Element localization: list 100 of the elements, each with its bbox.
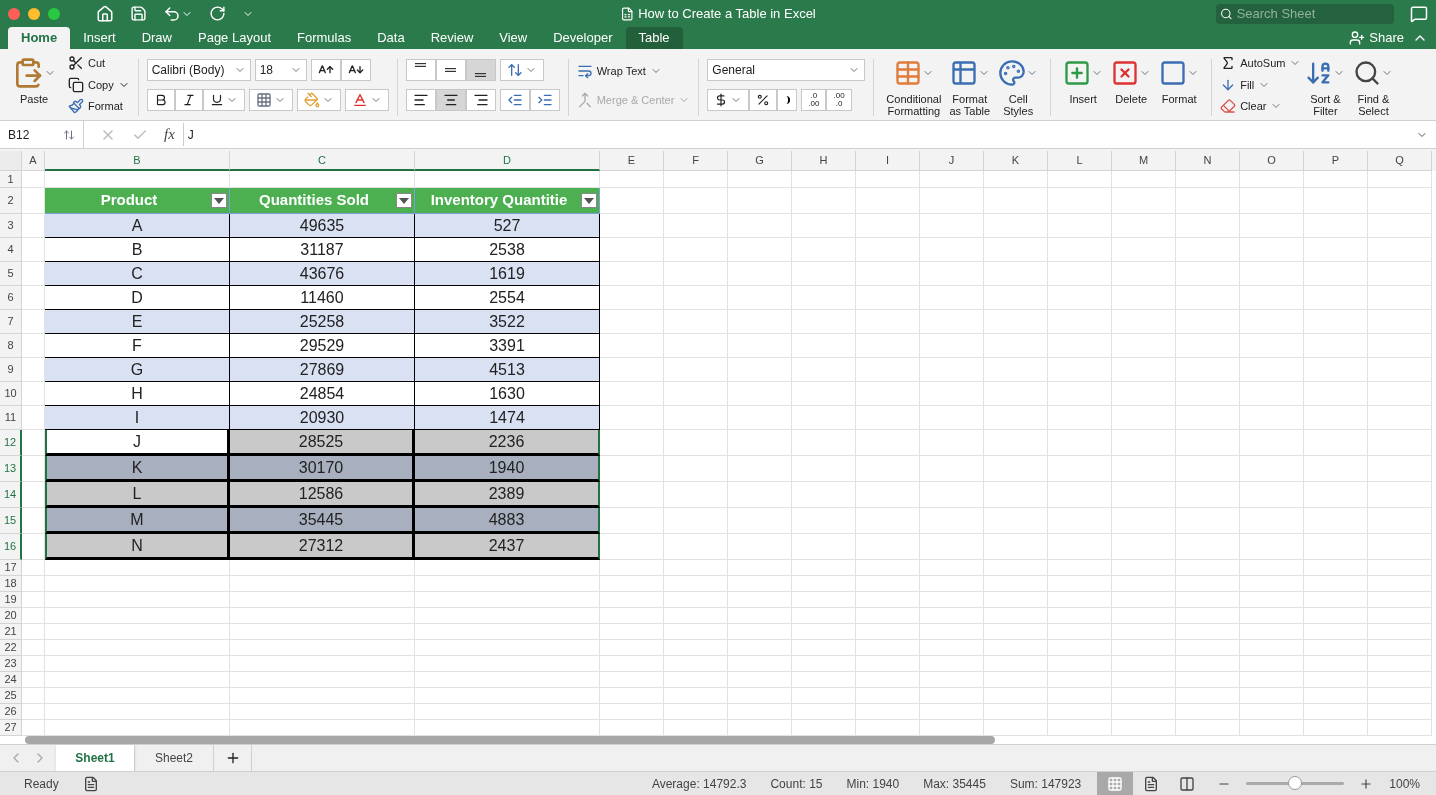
- home-icon[interactable]: [96, 4, 114, 23]
- row-header[interactable]: 16: [0, 534, 22, 560]
- row-header[interactable]: 3: [0, 214, 22, 238]
- orientation-button[interactable]: [499, 59, 544, 81]
- row-header[interactable]: 2: [0, 188, 22, 214]
- ribbon-tab[interactable]: View: [486, 27, 541, 49]
- row-header[interactable]: 26: [0, 704, 22, 720]
- triangle-icon: [584, 197, 594, 204]
- cell-styles-button[interactable]: Cell Styles: [994, 55, 1043, 117]
- horizontal-align-button[interactable]: [465, 89, 496, 111]
- row-header[interactable]: 20: [0, 608, 22, 624]
- currency-button[interactable]: [707, 89, 750, 111]
- filter-dropdown-button[interactable]: [211, 193, 227, 208]
- row-header[interactable]: 12: [0, 430, 22, 456]
- ribbon-tab[interactable]: Formulas: [284, 27, 365, 49]
- row-header[interactable]: 25: [0, 688, 22, 704]
- row-header[interactable]: 5: [0, 262, 22, 286]
- row-header[interactable]: 8: [0, 334, 22, 358]
- italic-button[interactable]: [174, 89, 203, 111]
- undo-icon[interactable]: [163, 4, 181, 23]
- zoom-slider-thumb[interactable]: [1288, 776, 1303, 790]
- font-size-field[interactable]: 18: [254, 59, 307, 81]
- format-painter-button[interactable]: Format: [68, 98, 130, 115]
- row-header[interactable]: 24: [0, 672, 22, 688]
- format-as-table-button[interactable]: Format as Table: [945, 55, 995, 117]
- row-header[interactable]: 17: [0, 560, 22, 576]
- row-header[interactable]: 6: [0, 286, 22, 310]
- table-cell: 1940: [415, 456, 600, 482]
- copy-button[interactable]: Copy: [68, 76, 130, 93]
- delete-button[interactable]: Delete: [1107, 55, 1156, 105]
- find-select-button[interactable]: Find & Select: [1349, 55, 1398, 117]
- sheet-tab[interactable]: Sheet1: [56, 745, 135, 771]
- row-header[interactable]: 27: [0, 720, 22, 736]
- decrease-indent-button[interactable]: [499, 89, 530, 111]
- cut-button[interactable]: Cut: [68, 55, 130, 72]
- row-header[interactable]: 22: [0, 640, 22, 656]
- formula-field[interactable]: J: [183, 121, 1436, 148]
- row-header[interactable]: 10: [0, 382, 22, 406]
- borders-button[interactable]: [248, 89, 293, 111]
- fill-button[interactable]: Fill: [1220, 76, 1302, 93]
- share-button[interactable]: Share: [1349, 28, 1404, 48]
- table-cell: 2538: [415, 238, 600, 262]
- filter-dropdown-button[interactable]: [396, 193, 412, 208]
- font-name-field[interactable]: Calibri (Body): [146, 59, 251, 81]
- bold-button[interactable]: [146, 89, 175, 111]
- ribbon-tab[interactable]: Table: [625, 27, 683, 49]
- decimal-button[interactable]: .0 .00: [801, 89, 827, 111]
- ribbon-tab[interactable]: Home: [8, 27, 71, 49]
- format-button[interactable]: Format: [1155, 55, 1204, 105]
- row-header[interactable]: 15: [0, 508, 22, 534]
- ribbon-tab[interactable]: Data: [364, 27, 418, 49]
- wrap-text-button[interactable]: Wrap Text: [576, 63, 691, 80]
- row-header[interactable]: 19: [0, 592, 22, 608]
- row-header[interactable]: 14: [0, 482, 22, 508]
- comment-icon[interactable]: [1410, 4, 1428, 23]
- redo-icon[interactable]: [209, 5, 226, 22]
- vertical-align-button[interactable]: [435, 59, 466, 81]
- row-header[interactable]: 21: [0, 624, 22, 640]
- save-icon[interactable]: [130, 5, 147, 22]
- insert-function-button[interactable]: fx: [164, 123, 184, 146]
- ribbon-tab[interactable]: Insert: [70, 27, 129, 49]
- autosum-button[interactable]: AutoSum: [1220, 55, 1302, 72]
- sort-filter-button[interactable]: Sort & Filter: [1301, 55, 1350, 117]
- filter-dropdown-button[interactable]: [581, 193, 597, 208]
- name-box[interactable]: B12: [0, 121, 84, 148]
- clear-button[interactable]: Clear: [1220, 98, 1302, 115]
- ribbon-tab[interactable]: Review: [417, 27, 487, 49]
- row-header[interactable]: 13: [0, 456, 22, 482]
- horizontal-align-button[interactable]: [435, 89, 466, 111]
- grow-font-button[interactable]: [310, 59, 341, 81]
- row-header[interactable]: 1: [0, 171, 22, 188]
- row-header[interactable]: 18: [0, 576, 22, 592]
- fill-color-button[interactable]: [296, 89, 341, 111]
- row-header[interactable]: 7: [0, 310, 22, 334]
- minimize-icon[interactable]: [28, 7, 40, 20]
- shrink-font-button[interactable]: [340, 59, 371, 81]
- vertical-align-button[interactable]: [465, 59, 496, 81]
- zoom-in-icon[interactable]: [1359, 776, 1374, 791]
- row-header[interactable]: 4: [0, 238, 22, 262]
- ribbon-tab[interactable]: Developer: [540, 27, 626, 49]
- font-color-button[interactable]: [344, 89, 389, 111]
- increase-indent-button[interactable]: [529, 89, 560, 111]
- decimal-button[interactable]: .00 .0: [826, 89, 852, 111]
- paste-button[interactable]: Paste: [8, 55, 60, 105]
- percent-button[interactable]: [749, 89, 778, 111]
- number-format-field[interactable]: General: [707, 59, 866, 81]
- row-header[interactable]: 9: [0, 358, 22, 382]
- zoom-level[interactable]: 100%: [1389, 774, 1420, 793]
- vertical-align-button[interactable]: [405, 59, 436, 81]
- comma-button[interactable]: [777, 89, 798, 111]
- ribbon-tab[interactable]: Draw: [128, 27, 185, 49]
- underline-button[interactable]: [202, 89, 245, 111]
- insert-button[interactable]: Insert: [1059, 55, 1108, 105]
- horizontal-align-button[interactable]: [405, 89, 436, 111]
- table-cell: 27312: [230, 534, 415, 560]
- row-header[interactable]: 23: [0, 656, 22, 672]
- scrollbar-thumb[interactable]: [25, 736, 995, 744]
- row-header[interactable]: 11: [0, 406, 22, 430]
- conditional-formatting-button[interactable]: Conditional Formatting: [882, 55, 946, 117]
- ribbon-tab[interactable]: Page Layout: [185, 27, 284, 49]
